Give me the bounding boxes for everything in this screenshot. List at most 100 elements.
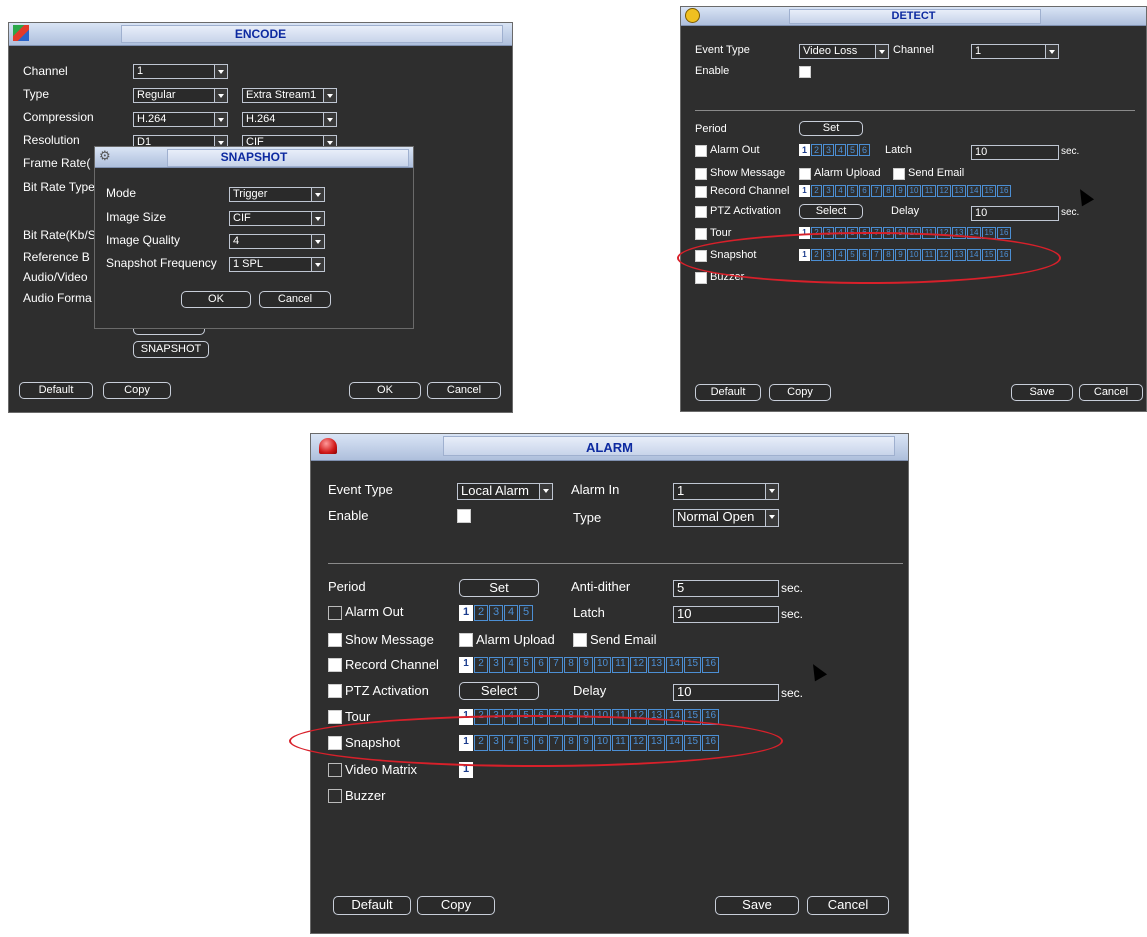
snapshot-button[interactable]: SNAPSHOT: [133, 341, 209, 358]
detect-alarm-out-channel[interactable]: 3: [823, 144, 834, 156]
detect-show-message-checkbox[interactable]: [695, 168, 707, 180]
detect-record-channel[interactable]: 7: [871, 185, 882, 197]
alarm-record-channel[interactable]: 2: [474, 657, 488, 673]
alarm-record-channel[interactable]: 3: [489, 657, 503, 673]
detect-cancel-button[interactable]: Cancel: [1079, 384, 1143, 401]
detect-record-channel[interactable]: 16: [997, 185, 1011, 197]
detect-record-channel[interactable]: 8: [883, 185, 894, 197]
alarm-record-channel[interactable]: 5: [519, 657, 533, 673]
alarm-buzzer-checkbox[interactable]: [328, 789, 342, 803]
detect-alarm-out-channel[interactable]: 4: [835, 144, 846, 156]
alarm-alarm-out-channel[interactable]: 4: [504, 605, 518, 621]
copy-button[interactable]: Copy: [103, 382, 171, 399]
detect-alarm-out-channel[interactable]: 2: [811, 144, 822, 156]
alarm-latch-input[interactable]: 10: [673, 606, 779, 623]
alarm-cancel-button[interactable]: Cancel: [807, 896, 889, 915]
detect-tour-checkbox[interactable]: [695, 228, 707, 240]
detect-event-type-select[interactable]: Video Loss: [799, 44, 889, 59]
alarm-in-select[interactable]: 1: [673, 483, 779, 500]
alarm-record-channel[interactable]: 1: [459, 657, 473, 673]
detect-buzzer-checkbox[interactable]: [695, 272, 707, 284]
alarm-save-button[interactable]: Save: [715, 896, 799, 915]
extra-stream-select[interactable]: Extra Stream1: [242, 88, 337, 103]
alarm-delay-input[interactable]: 10: [673, 684, 779, 701]
alarm-tour-checkbox[interactable]: [328, 710, 342, 724]
alarm-alarm-out-channel[interactable]: 5: [519, 605, 533, 621]
alarm-anti-dither-input[interactable]: 5: [673, 580, 779, 597]
snapshot-ok-button[interactable]: OK: [181, 291, 251, 308]
detect-record-channel[interactable]: 13: [952, 185, 966, 197]
alarm-record-channel[interactable]: 16: [702, 657, 719, 673]
alarm-record-channel-checkbox[interactable]: [328, 658, 342, 672]
alarm-alarm-out-channel[interactable]: 2: [474, 605, 488, 621]
detect-record-channel[interactable]: 6: [859, 185, 870, 197]
alarm-event-type-select[interactable]: Local Alarm: [457, 483, 553, 500]
alarm-alarm-out-channel[interactable]: 1: [459, 605, 473, 621]
alarm-default-button[interactable]: Default: [333, 896, 411, 915]
image-quality-select[interactable]: 4: [229, 234, 325, 249]
alarm-show-message-checkbox[interactable]: [328, 633, 342, 647]
compression-extra-select[interactable]: H.264: [242, 112, 337, 127]
detect-record-channel[interactable]: 2: [811, 185, 822, 197]
detect-delay-input[interactable]: 10: [971, 206, 1059, 221]
alarm-alarm-out-channel[interactable]: 3: [489, 605, 503, 621]
alarm-record-channel[interactable]: 14: [666, 657, 683, 673]
alarm-select-button[interactable]: Select: [459, 682, 539, 700]
detect-latch-input[interactable]: 10: [971, 145, 1059, 160]
detect-alarm-out-checkbox[interactable]: [695, 145, 707, 157]
detect-select-button[interactable]: Select: [799, 204, 863, 219]
detect-record-channel[interactable]: 1: [799, 185, 810, 197]
detect-alarm-out-channel[interactable]: 5: [847, 144, 858, 156]
cancel-button[interactable]: Cancel: [427, 382, 501, 399]
detect-send-email-checkbox[interactable]: [893, 168, 905, 180]
image-size-select[interactable]: CIF: [229, 211, 325, 226]
alarm-record-channel[interactable]: 15: [684, 657, 701, 673]
detect-enable-checkbox[interactable]: [799, 66, 811, 78]
alarm-record-channel[interactable]: 11: [612, 657, 629, 673]
alarm-record-channel[interactable]: 12: [630, 657, 647, 673]
detect-save-button[interactable]: Save: [1011, 384, 1073, 401]
channel-select[interactable]: 1: [133, 64, 228, 79]
detect-tour-channel[interactable]: 16: [997, 227, 1011, 239]
detect-record-channel[interactable]: 5: [847, 185, 858, 197]
detect-record-channel[interactable]: 9: [895, 185, 906, 197]
alarm-alarm-out-checkbox[interactable]: [328, 606, 342, 620]
frequency-select[interactable]: 1 SPL: [229, 257, 325, 272]
alarm-record-channel[interactable]: 4: [504, 657, 518, 673]
alarm-type-select[interactable]: Normal Open: [673, 509, 779, 527]
alarm-record-channel[interactable]: 13: [648, 657, 665, 673]
detect-record-channel[interactable]: 15: [982, 185, 996, 197]
detect-default-button[interactable]: Default: [695, 384, 761, 401]
detect-ptz-activation-checkbox[interactable]: [695, 206, 707, 218]
alarm-alarm-upload-checkbox[interactable]: [459, 633, 473, 647]
default-button[interactable]: Default: [19, 382, 93, 399]
alarm-record-channel[interactable]: 8: [564, 657, 578, 673]
alarm-record-channel[interactable]: 7: [549, 657, 563, 673]
alarm-record-channel[interactable]: 10: [594, 657, 611, 673]
detect-record-channel[interactable]: 14: [967, 185, 981, 197]
alarm-enable-checkbox[interactable]: [457, 509, 471, 523]
detect-alarm-out-channel[interactable]: 6: [859, 144, 870, 156]
type-select[interactable]: Regular: [133, 88, 228, 103]
alarm-send-email-checkbox[interactable]: [573, 633, 587, 647]
detect-record-channel[interactable]: 4: [835, 185, 846, 197]
detect-set-button[interactable]: Set: [799, 121, 863, 136]
detect-alarm-out-channel[interactable]: 1: [799, 144, 810, 156]
detect-record-channel[interactable]: 12: [937, 185, 951, 197]
detect-record-channel[interactable]: 3: [823, 185, 834, 197]
detect-record-channel[interactable]: 10: [907, 185, 921, 197]
detect-record-channel[interactable]: 11: [922, 185, 936, 197]
detect-record-channel-checkbox[interactable]: [695, 186, 707, 198]
detect-channel-select[interactable]: 1: [971, 44, 1059, 59]
alarm-video-matrix-checkbox[interactable]: [328, 763, 342, 777]
compression-main-select[interactable]: H.264: [133, 112, 228, 127]
alarm-ptz-activation-checkbox[interactable]: [328, 684, 342, 698]
alarm-record-channel[interactable]: 9: [579, 657, 593, 673]
alarm-set-button[interactable]: Set: [459, 579, 539, 597]
ok-button[interactable]: OK: [349, 382, 421, 399]
mode-select[interactable]: Trigger: [229, 187, 325, 202]
alarm-record-channel[interactable]: 6: [534, 657, 548, 673]
snapshot-cancel-button[interactable]: Cancel: [259, 291, 331, 308]
alarm-copy-button[interactable]: Copy: [417, 896, 495, 915]
detect-copy-button[interactable]: Copy: [769, 384, 831, 401]
